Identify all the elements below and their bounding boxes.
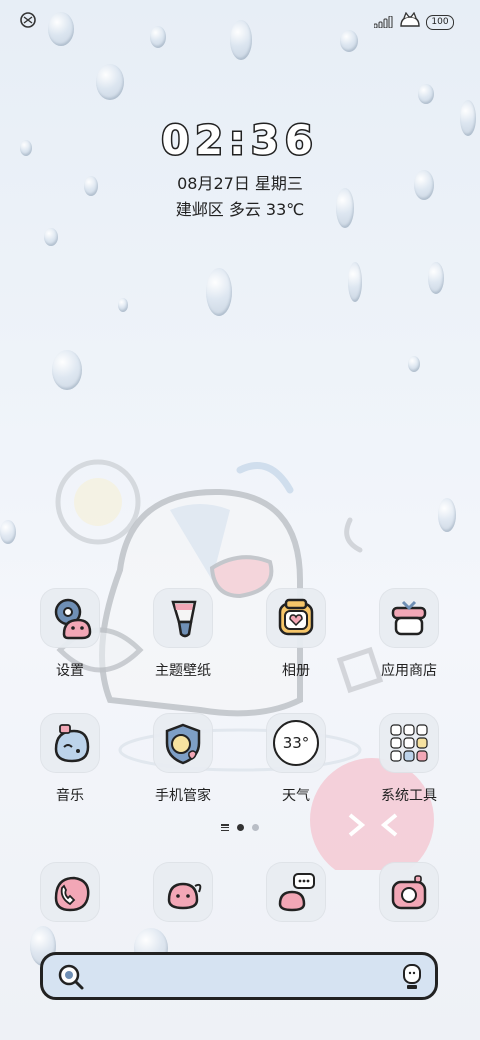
- gallery-icon[interactable]: [266, 588, 326, 648]
- water-drop: [118, 298, 128, 312]
- app-phone-manager[interactable]: 手机管家: [138, 713, 228, 805]
- water-drop: [96, 64, 124, 100]
- app-gallery[interactable]: 相册: [251, 588, 341, 680]
- battery-indicator: 100: [426, 14, 454, 30]
- app-app-store[interactable]: 应用商店: [364, 588, 454, 680]
- app-label: 相册: [282, 663, 310, 679]
- app-music[interactable]: 音乐: [25, 713, 115, 805]
- clock-time[interactable]: 02:36: [0, 117, 480, 166]
- settings-icon[interactable]: [40, 588, 100, 648]
- page-indicator[interactable]: [0, 824, 480, 831]
- status-bar: 100: [0, 0, 480, 40]
- app-store-icon[interactable]: [379, 588, 439, 648]
- messages-icon[interactable]: [266, 862, 326, 922]
- app-weather[interactable]: 33° 天气: [251, 713, 341, 805]
- search-icon[interactable]: [57, 963, 85, 995]
- music-icon[interactable]: [40, 713, 100, 773]
- app-system-tools[interactable]: 系统工具: [364, 713, 454, 805]
- app-settings[interactable]: 设置: [25, 588, 115, 680]
- app-label: 主题壁纸: [155, 663, 211, 679]
- water-drop: [408, 356, 420, 372]
- cartoon-cat-icon: [398, 11, 422, 32]
- phone-icon[interactable]: [40, 862, 100, 922]
- dock-camera[interactable]: [364, 862, 454, 922]
- signal-bars-icon: [373, 13, 394, 32]
- app-label: 手机管家: [155, 788, 211, 804]
- search-bar[interactable]: [40, 952, 438, 1000]
- contacts-icon[interactable]: [153, 862, 213, 922]
- app-label: 设置: [56, 663, 84, 679]
- dock-messages[interactable]: [251, 862, 341, 922]
- theme-brush-icon[interactable]: [153, 588, 213, 648]
- page-dot[interactable]: [252, 824, 259, 831]
- page-list-icon[interactable]: [221, 824, 229, 831]
- weather-summary[interactable]: 建邺区 多云 33℃: [0, 196, 480, 220]
- water-drop: [418, 84, 434, 104]
- water-drop: [52, 350, 82, 390]
- clock-date[interactable]: 08月27日 星期三: [0, 170, 480, 194]
- app-label: 系统工具: [381, 788, 437, 804]
- phone-manager-icon[interactable]: [153, 713, 213, 773]
- page-dot-active[interactable]: [237, 824, 244, 831]
- app-label: 应用商店: [381, 663, 437, 679]
- weather-icon[interactable]: 33°: [266, 713, 326, 773]
- water-drop: [428, 262, 444, 294]
- sync-icon: [18, 10, 38, 30]
- water-drop: [348, 262, 362, 302]
- app-theme-wallpaper[interactable]: 主题壁纸: [138, 588, 228, 680]
- system-tools-folder-icon[interactable]: [379, 713, 439, 773]
- dock-contacts[interactable]: [138, 862, 228, 922]
- water-drop: [206, 268, 232, 316]
- camera-icon[interactable]: [379, 862, 439, 922]
- weather-temp-badge: 33°: [273, 720, 319, 766]
- app-label: 天气: [282, 788, 310, 804]
- dock-phone[interactable]: [25, 862, 115, 922]
- app-label: 音乐: [56, 788, 84, 804]
- voice-assistant-icon[interactable]: [401, 963, 423, 995]
- water-drop: [44, 228, 58, 246]
